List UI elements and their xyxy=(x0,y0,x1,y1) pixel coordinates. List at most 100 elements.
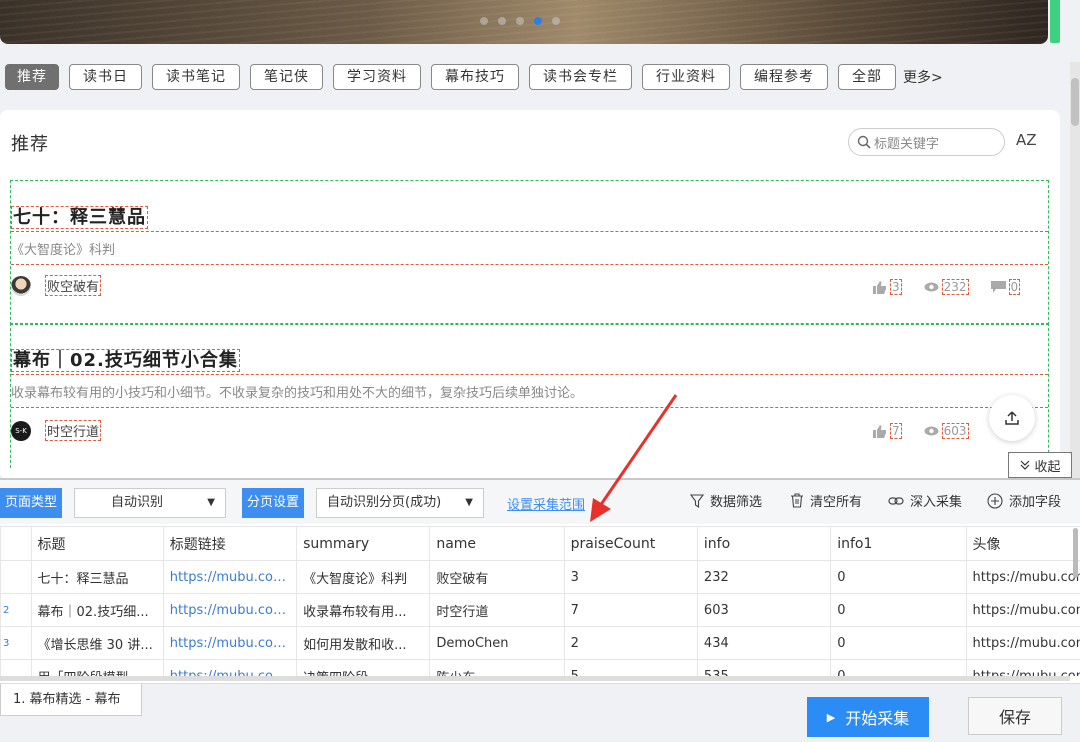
start-collect-button[interactable]: ▶ 开始采集 xyxy=(807,697,929,737)
table-cell[interactable]: 时空行道 xyxy=(429,593,565,627)
carousel-dot-active[interactable] xyxy=(534,17,542,25)
table-cell[interactable]: https://mubu.com... xyxy=(965,593,1080,627)
table-header[interactable] xyxy=(0,526,32,561)
table-cell[interactable]: 5 xyxy=(563,659,698,676)
like-stat[interactable]: 3 xyxy=(873,279,902,295)
like-stat[interactable]: 7 xyxy=(873,423,902,439)
table-cell[interactable]: https://mubu.com... xyxy=(162,593,298,627)
table-row[interactable]: 2 幕布｜02.技巧细... https://mubu.com... 收录幕布较… xyxy=(0,593,1080,627)
tab-study-material[interactable]: 学习资料 xyxy=(333,64,421,90)
table-cell[interactable]: 幕布｜02.技巧细... xyxy=(30,593,164,627)
article-author[interactable]: 败空破有 xyxy=(11,275,102,296)
upload-icon xyxy=(1005,411,1019,425)
table-cell[interactable]: 如何用发散和收... xyxy=(296,626,431,660)
table-row[interactable]: 3 《增长思维 30 讲... https://mubu.com... 如何用发… xyxy=(0,626,1080,660)
table-cell[interactable]: 603 xyxy=(696,593,832,627)
tab-industry[interactable]: 行业资料 xyxy=(642,64,730,90)
search-input[interactable]: 标题关键字 xyxy=(848,128,1005,156)
task-tab[interactable]: 1. 幕布精选 - 幕布 xyxy=(0,684,142,716)
tab-all[interactable]: 全部 xyxy=(838,64,896,90)
table-header[interactable]: info xyxy=(696,526,832,561)
deep-collect-button[interactable]: 深入采集 xyxy=(888,491,962,510)
table-cell[interactable]: 陈少东 xyxy=(429,659,565,676)
collapse-label: 收起 xyxy=(1034,459,1061,475)
table-horizontal-scrollbar[interactable] xyxy=(0,676,1070,681)
carousel-dot[interactable] xyxy=(552,17,560,25)
table-cell[interactable]: 2 xyxy=(563,626,698,660)
search-icon xyxy=(857,135,871,149)
tab-programming[interactable]: 编程参考 xyxy=(740,64,828,90)
table-cell[interactable]: 七十：释三慧品 xyxy=(30,560,164,594)
page-type-select[interactable]: 自动识别 ▼ xyxy=(74,488,226,518)
add-field-button[interactable]: 添加字段 xyxy=(987,491,1061,510)
table-cell[interactable]: 用「四阶段模型... xyxy=(30,659,164,676)
table-cell[interactable]: 0 xyxy=(830,659,967,676)
carousel-dot[interactable] xyxy=(480,17,488,25)
table-cell[interactable]: 7 xyxy=(563,593,698,627)
table-header[interactable]: 标题链接 xyxy=(162,526,298,561)
carousel-dot[interactable] xyxy=(516,17,524,25)
link-icon xyxy=(888,496,904,505)
article-item[interactable]: 幕布｜02.技巧细节小合集 收录幕布较有用的小技巧和小细节。不收录复杂的技巧和用… xyxy=(10,323,1049,468)
article-stats: 7 603 xyxy=(851,423,969,439)
view-count: 603 xyxy=(941,423,969,439)
table-cell[interactable]: 败空破有 xyxy=(429,560,565,594)
table-cell[interactable]: DemoChen xyxy=(429,626,565,660)
table-cell[interactable]: 535 xyxy=(696,659,832,676)
table-cell[interactable]: 0 xyxy=(830,560,967,594)
page-scrollbar-thumb[interactable] xyxy=(1071,78,1079,126)
comment-stat[interactable]: 0 xyxy=(990,279,1021,295)
table-header[interactable]: 头像 xyxy=(965,526,1080,561)
table-cell[interactable]: 《大智度论》科判 xyxy=(296,560,431,594)
article-title-text: 七十：释三慧品 xyxy=(11,206,148,229)
table-cell[interactable]: https://mubu.com... xyxy=(162,560,298,594)
table-header[interactable]: info1 xyxy=(830,526,967,561)
tab-note-hero[interactable]: 笔记侠 xyxy=(250,64,323,90)
collapse-button[interactable]: 收起 xyxy=(1008,452,1072,478)
banner-image[interactable] xyxy=(0,0,1048,44)
table-cell[interactable]: https://mubu.com... xyxy=(162,659,298,676)
side-banner-strip xyxy=(1050,0,1060,43)
back-to-top-button[interactable] xyxy=(989,395,1035,441)
set-range-link[interactable]: 设置采集范围 xyxy=(507,494,585,513)
save-button[interactable]: 保存 xyxy=(968,697,1062,735)
table-cell[interactable]: https://mubu.com... xyxy=(162,626,298,660)
article-title[interactable]: 幕布｜02.技巧细节小合集 xyxy=(11,346,1048,375)
paging-select[interactable]: 自动识别分页(成功) ▼ xyxy=(316,488,484,518)
table-vertical-scrollbar[interactable] xyxy=(1073,528,1078,578)
table-header[interactable]: name xyxy=(429,526,565,561)
tab-reading-day[interactable]: 读书日 xyxy=(69,64,142,90)
tab-book-club[interactable]: 读书会专栏 xyxy=(529,64,632,90)
table-cell[interactable]: 0 xyxy=(830,626,967,660)
table-row[interactable]: 用「四阶段模型... https://mubu.com... 决策四阶段... … xyxy=(0,659,1080,676)
sort-az-icon[interactable]: AZ xyxy=(1016,131,1037,149)
clear-all-button[interactable]: 清空所有 xyxy=(790,491,862,510)
article-author[interactable]: S-K 时空行道 xyxy=(11,420,102,441)
data-filter-button[interactable]: 数据筛选 xyxy=(690,491,762,510)
article-title[interactable]: 七十：释三慧品 xyxy=(11,203,1048,232)
table-cell[interactable]: 决策四阶段... xyxy=(296,659,431,676)
table-cell[interactable]: 0 xyxy=(830,593,967,627)
data-filter-label: 数据筛选 xyxy=(710,495,763,510)
article-item[interactable]: 七十：释三慧品 《大智度论》科判 败空破有 3 232 0 xyxy=(10,180,1049,325)
table-cell[interactable]: 3 xyxy=(563,560,698,594)
table-cell[interactable]: 232 xyxy=(696,560,832,594)
table-cell[interactable]: 收录幕布较有用... xyxy=(296,593,431,627)
paging-label: 分页设置 xyxy=(242,488,305,518)
table-header[interactable]: 标题 xyxy=(30,526,164,561)
tab-reading-notes[interactable]: 读书笔记 xyxy=(152,64,240,90)
carousel-dot[interactable] xyxy=(498,17,506,25)
table-header[interactable]: summary xyxy=(296,526,431,561)
table-cell[interactable]: https://mubu.com... xyxy=(965,626,1080,660)
table-cell[interactable]: 434 xyxy=(696,626,832,660)
table-cell[interactable]: https://mubu.com... xyxy=(965,560,1080,594)
table-cell[interactable]: 《增长思维 30 讲... xyxy=(30,626,164,660)
tab-recommend[interactable]: 推荐 xyxy=(5,64,59,90)
tab-more-link[interactable]: 更多> xyxy=(903,67,943,87)
table-cell[interactable]: https://mubu.com... xyxy=(965,659,1080,676)
tab-mubu-tips[interactable]: 幕布技巧 xyxy=(431,64,519,90)
table-header[interactable]: praiseCount xyxy=(563,526,698,561)
comment-count: 0 xyxy=(1008,279,1021,295)
table-row[interactable]: 七十：释三慧品 https://mubu.com... 《大智度论》科判 败空破… xyxy=(0,560,1080,594)
category-tabs: 推荐 读书日 读书笔记 笔记侠 学习资料 幕布技巧 读书会专栏 行业资料 编程参… xyxy=(5,64,943,90)
